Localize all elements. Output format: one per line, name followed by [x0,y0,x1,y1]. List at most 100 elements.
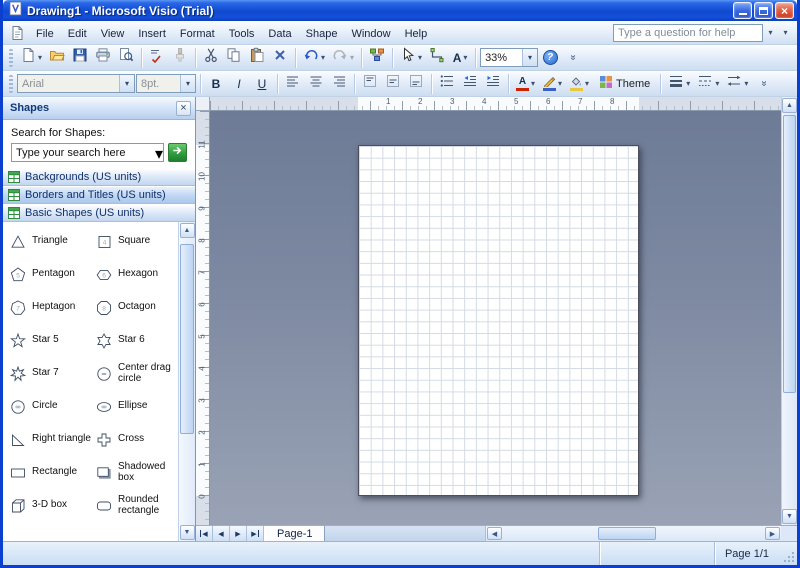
menu-file[interactable]: File [29,24,61,44]
line-ends-button[interactable]: ▾ [723,73,751,95]
toolbar-drag-grip[interactable] [9,74,13,93]
shape-star-5[interactable]: Star 5 [6,324,92,357]
italic-button[interactable]: I [228,73,250,95]
vertical-scrollbar[interactable]: ▲ ▼ [781,97,797,525]
align-right-button[interactable] [328,73,350,95]
shapes-panel-close-button[interactable]: × [176,100,191,116]
shape-right-triangle[interactable]: Right triangle [6,423,92,456]
next-page-button[interactable]: ▶ [230,526,247,541]
close-button[interactable]: × [775,2,794,19]
spelling-button[interactable] [146,47,168,69]
increase-indent-button[interactable] [482,73,504,95]
shape-circle[interactable]: Circle [6,390,92,423]
shape-hexagon[interactable]: 6 Hexagon [92,258,178,291]
horizontal-scrollbar[interactable]: ◀ ▶ [485,526,781,541]
stencil-basic-shapes-us-units[interactable]: Basic Shapes (US units) [3,204,195,222]
minimize-button[interactable] [733,2,752,19]
last-page-button[interactable]: ▶ [247,526,264,541]
align-center-button[interactable] [305,73,327,95]
scroll-left-button[interactable]: ◀ [487,527,502,540]
undo-button[interactable]: ▾ [300,47,328,69]
toolbar-drag-grip[interactable] [9,48,13,67]
scroll-down-button[interactable]: ▼ [179,525,195,540]
shape-heptagon[interactable]: 7 Heptagon [6,291,92,324]
menu-view[interactable]: View [94,24,132,44]
shape-star-6[interactable]: Star 6 [92,324,178,357]
resize-grip[interactable] [779,542,797,565]
menubar-options-button[interactable]: ▾ [778,24,793,42]
shape-cross[interactable]: Cross [92,423,178,456]
decrease-indent-button[interactable] [459,73,481,95]
print-button[interactable] [92,47,114,69]
fill-color-button[interactable]: ▾ [566,73,592,95]
shape-search-input[interactable]: Type your search here ▾ [11,143,164,163]
font-name-combo[interactable]: Arial ▾ [17,74,135,93]
help-button[interactable]: ? [539,47,561,69]
drawing-page[interactable] [358,145,639,496]
menu-help[interactable]: Help [398,24,435,44]
size-dropdown-icon[interactable]: ▾ [180,75,195,92]
font-size-combo[interactable]: 8pt. ▾ [136,74,196,93]
new-button[interactable]: ▾ [17,47,45,69]
help-search-dropdown[interactable]: ▾ [763,24,778,42]
scroll-right-button[interactable]: ▶ [765,527,780,540]
shape-square[interactable]: 4 Square [92,225,178,258]
menu-shape[interactable]: Shape [299,24,345,44]
connector-tool-button[interactable] [426,47,448,69]
search-dropdown-icon[interactable]: ▾ [155,144,163,163]
shapes-scroll-thumb[interactable] [180,244,194,434]
shape-3-d-box[interactable]: 3-D box [6,489,92,522]
toolbar-options-button[interactable]: » [752,73,774,95]
help-search-input[interactable]: Type a question for help [613,23,763,42]
scroll-up-button[interactable]: ▲ [782,98,797,113]
autoconnect-button[interactable] [366,47,388,69]
page-tab-page-1[interactable]: Page-1 [264,526,326,541]
search-go-button[interactable] [168,143,187,162]
shape-shadowed-box[interactable]: Shadowed box [92,456,178,489]
text-tool-button[interactable]: A ▾ [449,47,471,69]
menu-tools[interactable]: Tools [222,24,262,44]
align-top-button[interactable] [359,73,381,95]
print-preview-button[interactable] [115,47,137,69]
save-button[interactable] [69,47,91,69]
shape-triangle[interactable]: Triangle [6,225,92,258]
copy-button[interactable] [223,47,245,69]
line-weight-button[interactable]: ▾ [665,73,693,95]
menu-insert[interactable]: Insert [131,24,173,44]
stencil-backgrounds-us-units[interactable]: Backgrounds (US units) [3,168,195,186]
scroll-up-button[interactable]: ▲ [179,223,195,238]
shape-octagon[interactable]: 8 Octagon [92,291,178,324]
redo-button[interactable]: ▾ [329,47,357,69]
bullets-button[interactable] [436,73,458,95]
bold-button[interactable]: B [205,73,227,95]
cut-button[interactable] [200,47,222,69]
delete-button[interactable] [269,47,291,69]
theme-button[interactable]: Theme [593,73,656,95]
align-bottom-button[interactable] [405,73,427,95]
maximize-button[interactable] [754,2,773,19]
first-page-button[interactable]: ◀ [196,526,213,541]
shape-pentagon[interactable]: 5 Pentagon [6,258,92,291]
align-middle-button[interactable] [382,73,404,95]
horizontal-scroll-thumb[interactable] [598,527,656,540]
line-color-button[interactable]: ▾ [539,73,565,95]
shape-rectangle[interactable]: Rectangle [6,456,92,489]
menu-window[interactable]: Window [344,24,397,44]
pointer-tool-button[interactable]: ▾ [397,47,425,69]
menu-format[interactable]: Format [173,24,222,44]
stencil-borders-and-titles-us-units[interactable]: Borders and Titles (US units) [3,186,195,204]
font-dropdown-icon[interactable]: ▾ [119,75,134,92]
vertical-scroll-thumb[interactable] [783,115,796,393]
shapes-scrollbar[interactable]: ▲ ▼ [178,222,195,541]
zoom-dropdown-icon[interactable]: ▾ [522,49,538,66]
shape-rounded-rectangle[interactable]: Rounded rectangle [92,489,178,522]
menu-edit[interactable]: Edit [61,24,94,44]
menu-data[interactable]: Data [261,24,298,44]
shape-star-7[interactable]: Star 7 [6,357,92,390]
shape-center-drag-circle[interactable]: Center drag circle [92,357,178,390]
line-pattern-button[interactable]: ▾ [694,73,722,95]
drawing-canvas[interactable] [210,111,781,525]
underline-button[interactable]: U [251,73,273,95]
align-left-button[interactable] [282,73,304,95]
format-painter-button[interactable] [169,47,191,69]
